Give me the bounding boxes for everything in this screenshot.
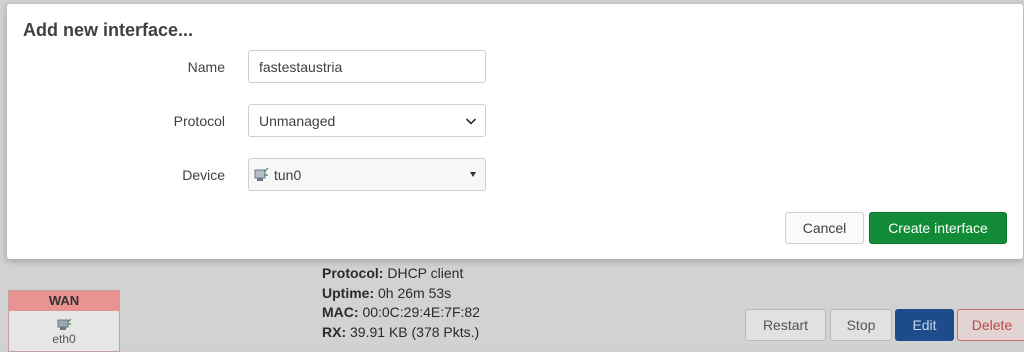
name-label: Name (187, 59, 225, 75)
wan-device-label: eth0 (52, 332, 76, 346)
device-label: Device (182, 167, 225, 183)
device-value: tun0 (274, 167, 302, 183)
delete-button[interactable]: Delete (957, 309, 1024, 341)
network-adapter-icon (57, 318, 72, 330)
status-row-protocol: Protocol: DHCP client (322, 265, 464, 281)
dialog-title: Add new interface... (23, 20, 194, 40)
protocol-label: Protocol (173, 113, 225, 129)
wan-label: WAN (9, 291, 119, 311)
chevron-down-icon (465, 118, 477, 125)
edit-button[interactable]: Edit (895, 309, 954, 341)
create-interface-button[interactable]: Create interface (869, 212, 1007, 244)
dropdown-arrow-icon (470, 172, 476, 177)
cancel-button[interactable]: Cancel (785, 212, 864, 244)
protocol-select[interactable]: Unmanaged (248, 104, 486, 137)
status-row-uptime: Uptime: 0h 26m 53s (322, 284, 452, 301)
network-adapter-icon (254, 167, 269, 181)
stop-button[interactable]: Stop (830, 309, 892, 341)
status-row-rx: RX: 39.91 KB (378 Pkts.) (322, 323, 480, 340)
restart-button[interactable]: Restart (745, 309, 826, 341)
protocol-value: Unmanaged (259, 113, 336, 129)
interface-status: Protocol: DHCP client Uptime: 0h 26m 53s… (322, 264, 480, 342)
background-link-fragment (0, 0, 6, 12)
add-interface-dialog: Add new interface... Name Protocol Unman… (7, 4, 1023, 259)
status-row-mac: MAC: 00:0C:29:4E:7F:82 (322, 304, 480, 320)
name-input[interactable] (248, 50, 486, 83)
device-select[interactable]: tun0 (248, 158, 486, 191)
wan-interface-badge: WAN eth0 (8, 290, 120, 352)
